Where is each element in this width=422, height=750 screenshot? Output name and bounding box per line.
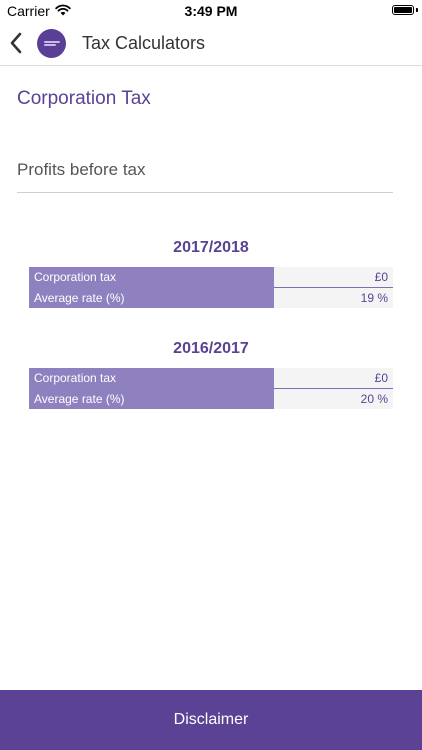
row-label: Average rate (%) xyxy=(29,287,274,308)
profits-input-wrapper xyxy=(17,155,393,193)
back-button[interactable] xyxy=(6,30,28,56)
row-label: Corporation tax xyxy=(29,368,274,389)
row-value: £0 xyxy=(274,267,393,288)
row-value: 20 % xyxy=(274,388,393,409)
disclaimer-button[interactable]: Disclaimer xyxy=(0,690,422,750)
row-label: Corporation tax xyxy=(29,267,274,288)
table-row: Corporation tax £0 xyxy=(29,267,393,288)
status-bar: Carrier 3:49 PM xyxy=(0,0,422,22)
app-logo xyxy=(37,29,66,58)
year-section-2016-2017: 2016/2017 Corporation tax £0 Average rat… xyxy=(29,338,393,409)
battery-tip xyxy=(416,8,418,12)
nav-title: Tax Calculators xyxy=(82,33,206,53)
nav-bar: Tax Calculators xyxy=(0,22,422,66)
table-row: Corporation tax £0 xyxy=(29,368,393,389)
status-time: 3:49 PM xyxy=(184,3,238,19)
row-value: 19 % xyxy=(274,287,393,308)
row-value: £0 xyxy=(274,368,393,389)
year-section-2017-2018: 2017/2018 Corporation tax £0 Average rat… xyxy=(29,237,393,308)
chevron-left-icon xyxy=(6,32,28,60)
row-label: Average rate (%) xyxy=(29,388,274,409)
profits-before-tax-input[interactable] xyxy=(17,155,393,185)
tax-result-table: Corporation tax £0 Average rate (%) 19 % xyxy=(29,267,393,308)
table-row: Average rate (%) 19 % xyxy=(29,287,393,308)
page-title: Corporation Tax xyxy=(17,88,151,109)
table-row: Average rate (%) 20 % xyxy=(29,388,393,409)
year-heading: 2016/2017 xyxy=(173,340,249,357)
battery-icon xyxy=(392,5,414,15)
tax-result-table: Corporation tax £0 Average rate (%) 20 % xyxy=(29,368,393,409)
year-heading: 2017/2018 xyxy=(173,239,249,256)
